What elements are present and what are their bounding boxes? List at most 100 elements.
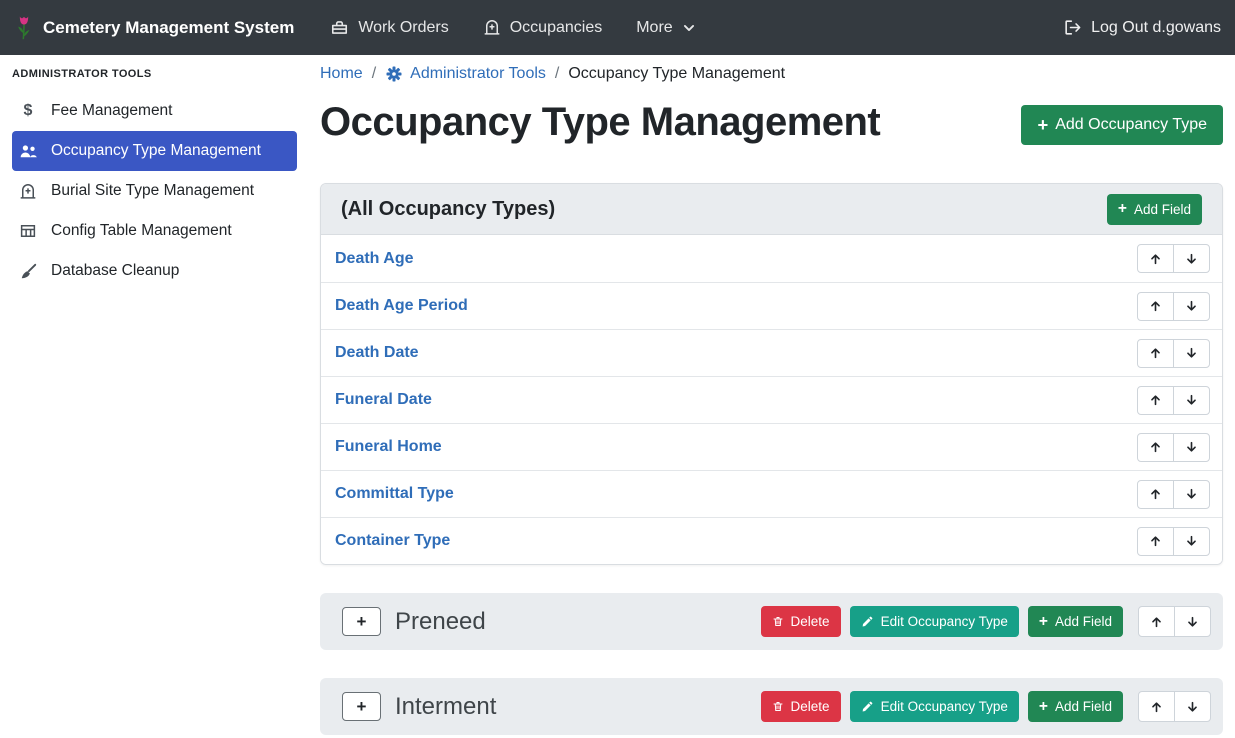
arrow-up-icon bbox=[1149, 346, 1162, 360]
breadcrumb-home-link[interactable]: Home bbox=[320, 65, 363, 83]
dollar-icon: $ bbox=[18, 103, 38, 119]
add-field-button[interactable]: + Add Field bbox=[1028, 606, 1123, 637]
arrow-up-icon bbox=[1149, 252, 1162, 266]
field-name-link[interactable]: Death Age Period bbox=[335, 297, 468, 315]
section-title: Interment bbox=[395, 693, 496, 721]
logout-icon bbox=[1063, 18, 1082, 37]
delete-button[interactable]: Delete bbox=[761, 606, 841, 637]
logout-link[interactable]: Log Out d.gowans bbox=[1063, 18, 1221, 37]
sidebar-item-label: Burial Site Type Management bbox=[51, 182, 254, 200]
trash-icon bbox=[772, 615, 784, 628]
nav-occupancies-label: Occupancies bbox=[510, 19, 603, 37]
admin-tools-sidebar: Administrator Tools $ Fee Management Occ… bbox=[0, 55, 308, 738]
nav-more-label: More bbox=[636, 19, 672, 37]
move-down-button[interactable] bbox=[1173, 339, 1210, 368]
expand-section-button[interactable]: + bbox=[342, 692, 381, 721]
delete-label: Delete bbox=[791, 699, 830, 714]
reorder-buttons bbox=[1138, 691, 1211, 722]
page-header: Occupancy Type Management + Add Occupanc… bbox=[320, 97, 1223, 147]
field-row: Death Date bbox=[321, 329, 1222, 376]
sidebar-item-burial-site-type-management[interactable]: Burial Site Type Management bbox=[12, 171, 297, 211]
move-up-button[interactable] bbox=[1137, 433, 1174, 462]
arrow-down-icon bbox=[1185, 346, 1198, 360]
section-actions: Delete Edit Occupancy Type + Add Field bbox=[761, 691, 1211, 722]
arrow-up-icon bbox=[1149, 299, 1162, 313]
move-down-button[interactable] bbox=[1173, 527, 1210, 556]
breadcrumb-home-label: Home bbox=[320, 65, 363, 83]
arrow-down-icon bbox=[1185, 440, 1198, 454]
move-down-button[interactable] bbox=[1174, 691, 1211, 722]
tombstone-icon bbox=[483, 18, 501, 37]
field-name-link[interactable]: Container Type bbox=[335, 532, 450, 550]
move-up-button[interactable] bbox=[1138, 606, 1175, 637]
move-up-button[interactable] bbox=[1137, 480, 1174, 509]
move-down-button[interactable] bbox=[1173, 386, 1210, 415]
sidebar-item-occupancy-type-management[interactable]: Occupancy Type Management bbox=[12, 131, 297, 171]
field-name-link[interactable]: Death Date bbox=[335, 344, 419, 362]
move-up-button[interactable] bbox=[1138, 691, 1175, 722]
field-row: Funeral Date bbox=[321, 376, 1222, 423]
sidebar-item-config-table-management[interactable]: Config Table Management bbox=[12, 211, 297, 251]
arrow-up-icon bbox=[1150, 615, 1163, 629]
breadcrumb-admin-tools-link[interactable]: Administrator Tools bbox=[385, 65, 546, 83]
field-name-link[interactable]: Death Age bbox=[335, 250, 414, 268]
section-actions: Delete Edit Occupancy Type + Add Field bbox=[761, 606, 1211, 637]
logout-label: Log Out d.gowans bbox=[1091, 19, 1221, 37]
sidebar-item-label: Occupancy Type Management bbox=[51, 142, 261, 160]
reorder-buttons bbox=[1137, 527, 1210, 556]
sidebar-item-label: Database Cleanup bbox=[51, 262, 179, 280]
plus-icon: + bbox=[1039, 699, 1048, 715]
reorder-buttons bbox=[1138, 606, 1211, 637]
expand-section-button[interactable]: + bbox=[342, 607, 381, 636]
nav-work-orders[interactable]: Work Orders bbox=[330, 18, 448, 37]
fields-list: Death Age bbox=[321, 235, 1222, 564]
nav-work-orders-label: Work Orders bbox=[358, 19, 448, 37]
plus-icon: + bbox=[357, 613, 367, 630]
breadcrumb-current: Occupancy Type Management bbox=[568, 65, 785, 83]
sidebar-item-fee-management[interactable]: $ Fee Management bbox=[12, 91, 297, 131]
move-down-button[interactable] bbox=[1173, 292, 1210, 321]
move-down-button[interactable] bbox=[1173, 244, 1210, 273]
all-occupancy-types-header: (All Occupancy Types) + Add Field bbox=[321, 184, 1222, 235]
arrow-up-icon bbox=[1150, 700, 1163, 714]
section-title: Preneed bbox=[395, 608, 486, 636]
add-occupancy-type-button[interactable]: + Add Occupancy Type bbox=[1021, 105, 1223, 145]
move-up-button[interactable] bbox=[1137, 527, 1174, 556]
occupancy-type-section: + Preneed Delete bbox=[320, 593, 1223, 650]
occupancy-type-section: + Interment Delete bbox=[320, 678, 1223, 735]
field-name-link[interactable]: Funeral Home bbox=[335, 438, 442, 456]
move-up-button[interactable] bbox=[1137, 339, 1174, 368]
edit-occupancy-type-button[interactable]: Edit Occupancy Type bbox=[850, 691, 1019, 722]
field-name-link[interactable]: Committal Type bbox=[335, 485, 454, 503]
field-name-link[interactable]: Funeral Date bbox=[335, 391, 432, 409]
sidebar-heading: Administrator Tools bbox=[0, 59, 308, 91]
sidebar-item-database-cleanup[interactable]: Database Cleanup bbox=[12, 251, 297, 291]
move-up-button[interactable] bbox=[1137, 292, 1174, 321]
edit-occupancy-type-button[interactable]: Edit Occupancy Type bbox=[850, 606, 1019, 637]
delete-button[interactable]: Delete bbox=[761, 691, 841, 722]
reorder-buttons bbox=[1137, 292, 1210, 321]
add-field-button[interactable]: + Add Field bbox=[1028, 691, 1123, 722]
add-field-button[interactable]: + Add Field bbox=[1107, 194, 1202, 225]
arrow-down-icon bbox=[1186, 700, 1199, 714]
arrow-down-icon bbox=[1186, 615, 1199, 629]
main-content: Home / Administrat bbox=[308, 55, 1235, 738]
arrow-up-icon bbox=[1149, 440, 1162, 454]
all-occupancy-types-card: (All Occupancy Types) + Add Field Death … bbox=[320, 183, 1223, 565]
move-down-button[interactable] bbox=[1173, 433, 1210, 462]
nav-more[interactable]: More bbox=[636, 19, 695, 37]
move-up-button[interactable] bbox=[1137, 386, 1174, 415]
add-field-label: Add Field bbox=[1134, 202, 1191, 217]
sections-list: + Preneed Delete bbox=[320, 593, 1223, 735]
field-row: Death Age Period bbox=[321, 282, 1222, 329]
table-icon bbox=[18, 222, 38, 240]
nav-occupancies[interactable]: Occupancies bbox=[483, 18, 603, 37]
pencil-icon bbox=[861, 615, 874, 628]
move-up-button[interactable] bbox=[1137, 244, 1174, 273]
breadcrumb: Home / Administrat bbox=[320, 65, 1223, 83]
move-down-button[interactable] bbox=[1173, 480, 1210, 509]
sidebar-item-label: Fee Management bbox=[51, 102, 173, 120]
move-down-button[interactable] bbox=[1174, 606, 1211, 637]
app-brand[interactable]: Cemetery Management System bbox=[14, 14, 294, 41]
broom-icon bbox=[18, 262, 38, 281]
